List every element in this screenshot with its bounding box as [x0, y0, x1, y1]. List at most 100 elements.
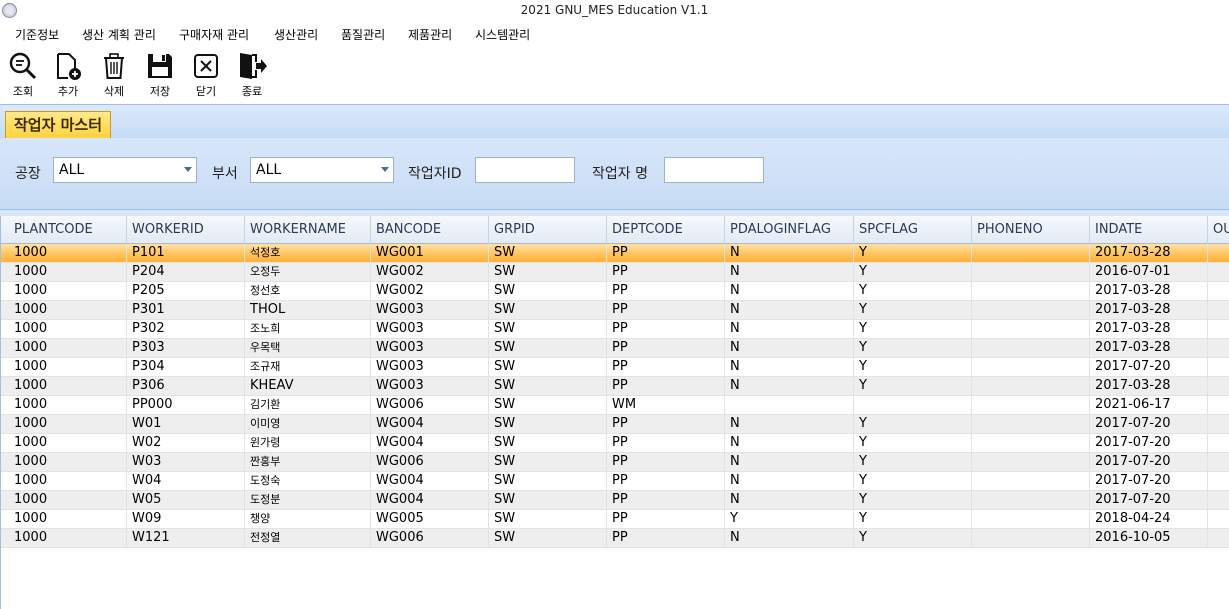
- cell-plantcode[interactable]: 1000: [9, 529, 127, 548]
- cell-deptcode[interactable]: PP: [607, 282, 725, 301]
- column-header-grpid[interactable]: GRPID: [489, 216, 607, 244]
- cell-grpid[interactable]: SW: [489, 282, 607, 301]
- menu-item-production-plan[interactable]: 생산 계획 관리: [82, 26, 156, 43]
- cell-workerid[interactable]: P303: [127, 339, 245, 358]
- cell-workername[interactable]: KHEAV: [245, 377, 371, 396]
- cell-indate[interactable]: 2016-07-01: [1090, 263, 1208, 282]
- cell-pdaloginflag[interactable]: N: [725, 320, 854, 339]
- menu-item-quality[interactable]: 품질관리: [341, 26, 385, 43]
- cell-grpid[interactable]: SW: [489, 320, 607, 339]
- cell-deptcode[interactable]: PP: [607, 510, 725, 529]
- cell-indate[interactable]: 2017-03-28: [1090, 244, 1208, 263]
- cell-pdaloginflag[interactable]: N: [725, 453, 854, 472]
- menu-item-system[interactable]: 시스템관리: [475, 26, 530, 43]
- cell-grpid[interactable]: SW: [489, 472, 607, 491]
- cell-bancode[interactable]: WG003: [371, 339, 489, 358]
- menu-item-purchase-material[interactable]: 구매자재 관리: [179, 26, 249, 43]
- plant-select[interactable]: ALL: [53, 157, 197, 183]
- cell-deptcode[interactable]: PP: [607, 529, 725, 548]
- menu-item-production[interactable]: 생산관리: [274, 26, 318, 43]
- column-header-bancode[interactable]: BANCODE: [371, 216, 489, 244]
- cell-phoneno[interactable]: [972, 263, 1090, 282]
- cell-grpid[interactable]: SW: [489, 491, 607, 510]
- table-row[interactable]: 1000 P204 오정두 WG002 SW PP N Y 2016-07-01: [1, 263, 1229, 282]
- table-row[interactable]: 1000 P205 정선호 WG002 SW PP N Y 2017-03-28: [1, 282, 1229, 301]
- cell-phoneno[interactable]: [972, 320, 1090, 339]
- cell-workerid[interactable]: PP000: [127, 396, 245, 415]
- cell-grpid[interactable]: SW: [489, 529, 607, 548]
- cell-spcflag[interactable]: Y: [854, 263, 972, 282]
- cell-deptcode[interactable]: PP: [607, 491, 725, 510]
- cell-pdaloginflag[interactable]: N: [725, 434, 854, 453]
- cell-deptcode[interactable]: PP: [607, 339, 725, 358]
- cell-workerid[interactable]: W01: [127, 415, 245, 434]
- cell-workerid[interactable]: W03: [127, 453, 245, 472]
- table-row[interactable]: 1000 W01 이미영 WG004 SW PP N Y 2017-07-20: [1, 415, 1229, 434]
- cell-spcflag[interactable]: Y: [854, 320, 972, 339]
- cell-pdaloginflag[interactable]: N: [725, 358, 854, 377]
- column-header-workerid[interactable]: WORKERID: [127, 216, 245, 244]
- search-button[interactable]: 조회: [3, 51, 43, 101]
- cell-bancode[interactable]: WG006: [371, 529, 489, 548]
- cell-deptcode[interactable]: WM: [607, 396, 725, 415]
- delete-button[interactable]: 삭제: [94, 51, 134, 101]
- cell-phoneno[interactable]: [972, 377, 1090, 396]
- cell-pdaloginflag[interactable]: N: [725, 491, 854, 510]
- cell-deptcode[interactable]: PP: [607, 377, 725, 396]
- cell-spcflag[interactable]: Y: [854, 377, 972, 396]
- cell-workerid[interactable]: W121: [127, 529, 245, 548]
- table-row[interactable]: 1000 P101 석정호 WG001 SW PP N Y 2017-03-28: [1, 244, 1229, 263]
- cell-workerid[interactable]: P204: [127, 263, 245, 282]
- cell-pdaloginflag[interactable]: N: [725, 301, 854, 320]
- cell-deptcode[interactable]: PP: [607, 453, 725, 472]
- cell-phoneno[interactable]: [972, 396, 1090, 415]
- cell-workerid[interactable]: P302: [127, 320, 245, 339]
- cell-plantcode[interactable]: 1000: [9, 358, 127, 377]
- cell-phoneno[interactable]: [972, 491, 1090, 510]
- cell-workerid[interactable]: P205: [127, 282, 245, 301]
- cell-spcflag[interactable]: Y: [854, 453, 972, 472]
- add-button[interactable]: 추가: [48, 51, 88, 101]
- cell-bancode[interactable]: WG003: [371, 358, 489, 377]
- table-row[interactable]: 1000 W09 챙양 WG005 SW PP Y Y 2018-04-24: [1, 510, 1229, 529]
- cell-plantcode[interactable]: 1000: [9, 472, 127, 491]
- cell-spcflag[interactable]: Y: [854, 491, 972, 510]
- cell-pdaloginflag[interactable]: N: [725, 415, 854, 434]
- cell-spcflag[interactable]: Y: [854, 244, 972, 263]
- cell-indate[interactable]: 2017-07-20: [1090, 415, 1208, 434]
- cell-plantcode[interactable]: 1000: [9, 320, 127, 339]
- cell-spcflag[interactable]: Y: [854, 339, 972, 358]
- cell-workerid[interactable]: W05: [127, 491, 245, 510]
- table-row[interactable]: 1000 P302 조노희 WG003 SW PP N Y 2017-03-28: [1, 320, 1229, 339]
- cell-workername[interactable]: 이미영: [245, 415, 371, 434]
- column-header-indate[interactable]: INDATE: [1090, 216, 1208, 244]
- cell-phoneno[interactable]: [972, 453, 1090, 472]
- column-header-phoneno[interactable]: PHONENO: [972, 216, 1090, 244]
- cell-spcflag[interactable]: [854, 396, 972, 415]
- cell-spcflag[interactable]: Y: [854, 358, 972, 377]
- cell-deptcode[interactable]: PP: [607, 434, 725, 453]
- cell-plantcode[interactable]: 1000: [9, 453, 127, 472]
- cell-spcflag[interactable]: Y: [854, 529, 972, 548]
- table-row[interactable]: 1000 W04 도정숙 WG004 SW PP N Y 2017-07-20: [1, 472, 1229, 491]
- cell-workername[interactable]: 김기환: [245, 396, 371, 415]
- cell-workername[interactable]: 정선호: [245, 282, 371, 301]
- cell-spcflag[interactable]: Y: [854, 510, 972, 529]
- cell-plantcode[interactable]: 1000: [9, 244, 127, 263]
- cell-pdaloginflag[interactable]: N: [725, 529, 854, 548]
- cell-deptcode[interactable]: PP: [607, 301, 725, 320]
- cell-grpid[interactable]: SW: [489, 396, 607, 415]
- cell-spcflag[interactable]: Y: [854, 301, 972, 320]
- cell-plantcode[interactable]: 1000: [9, 396, 127, 415]
- column-header-workername[interactable]: WORKERNAME: [245, 216, 371, 244]
- cell-deptcode[interactable]: PP: [607, 320, 725, 339]
- cell-phoneno[interactable]: [972, 339, 1090, 358]
- column-header-pdaloginflag[interactable]: PDALOGINFLAG: [725, 216, 854, 244]
- table-row[interactable]: 1000 PP000 김기환 WG006 SW WM 2021-06-17: [1, 396, 1229, 415]
- cell-deptcode[interactable]: PP: [607, 263, 725, 282]
- cell-pdaloginflag[interactable]: N: [725, 472, 854, 491]
- cell-bancode[interactable]: WG001: [371, 244, 489, 263]
- cell-plantcode[interactable]: 1000: [9, 415, 127, 434]
- cell-bancode[interactable]: WG004: [371, 491, 489, 510]
- cell-phoneno[interactable]: [972, 301, 1090, 320]
